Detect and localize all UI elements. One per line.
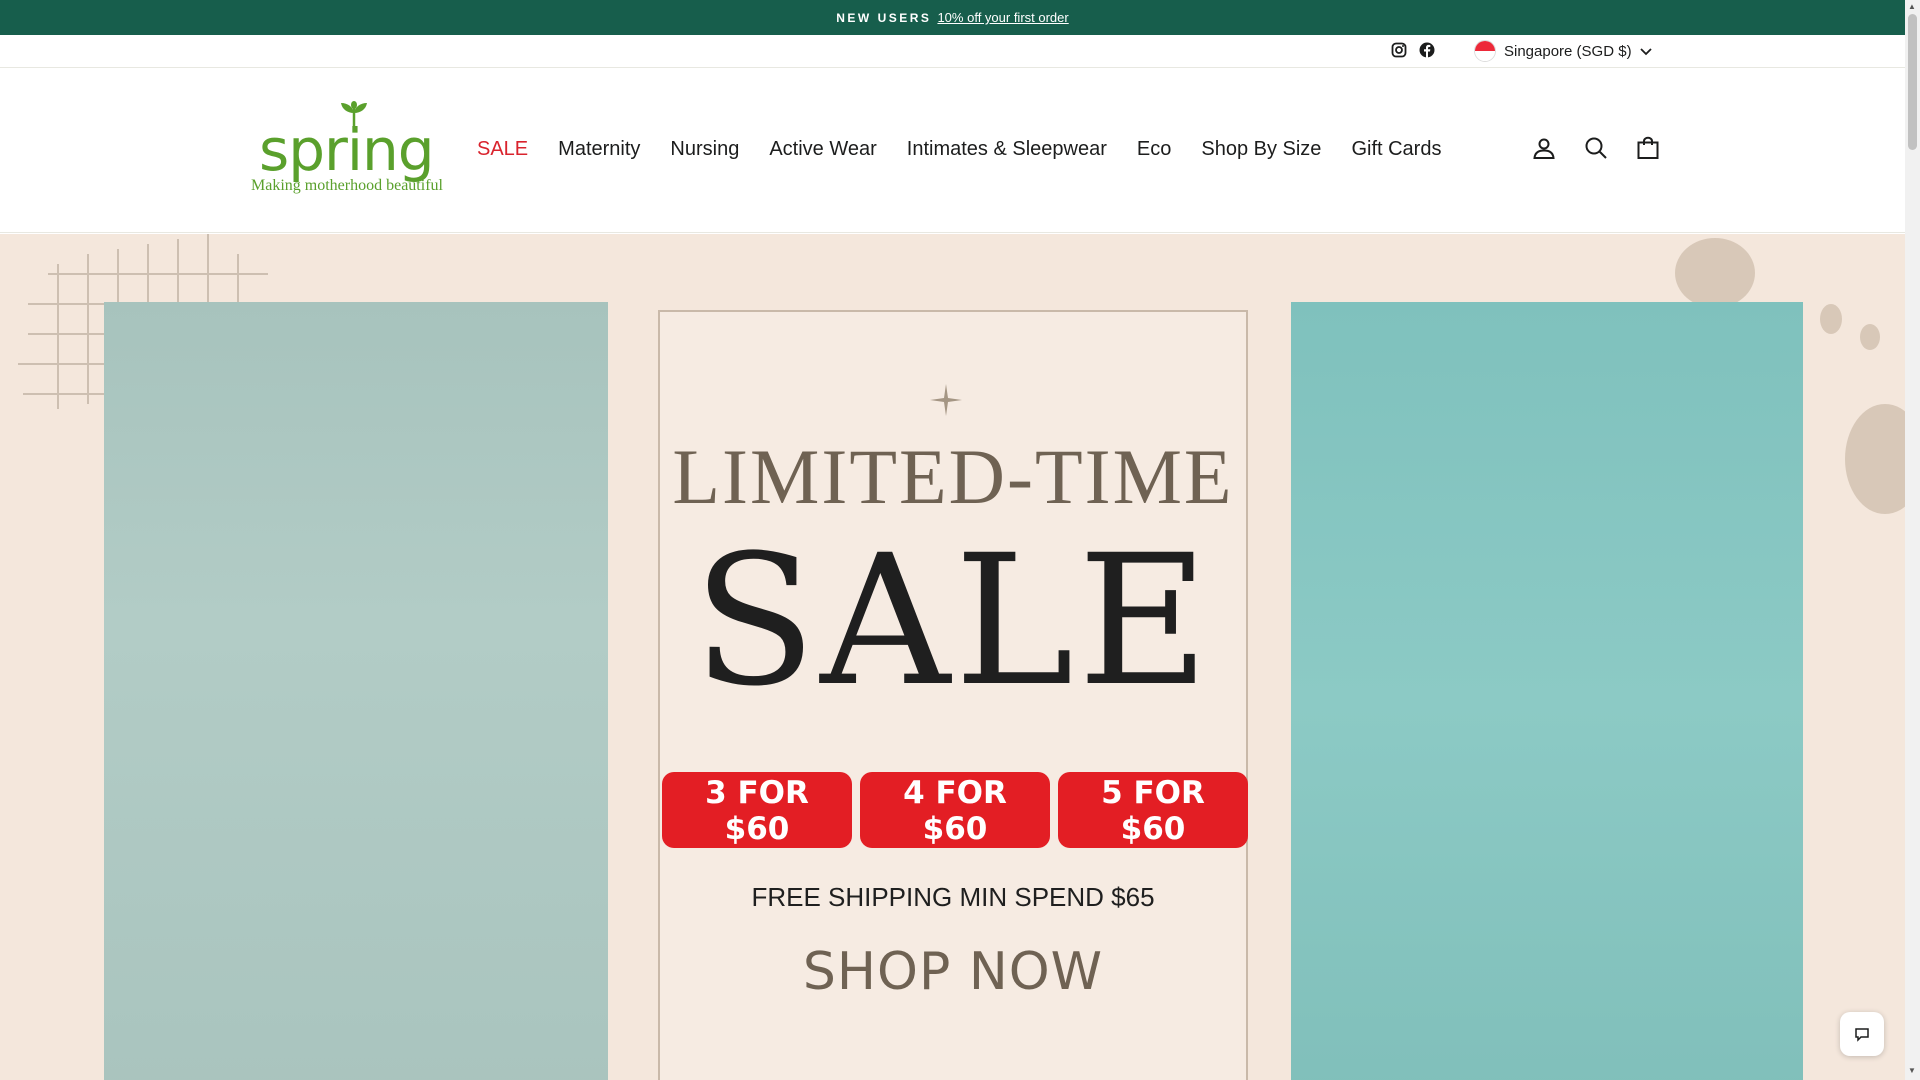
deal-price: $60 xyxy=(922,811,988,847)
decorative-blob xyxy=(1860,324,1880,350)
hero-banner[interactable]: LIMITED-TIME SALE 3 FOR $60 4 FOR $60 5 … xyxy=(0,234,1905,1080)
decorative-blob xyxy=(1845,404,1905,514)
scroll-down-arrow-icon[interactable]: ▼ xyxy=(1908,1066,1916,1075)
utility-bar: Singapore (SGD $) xyxy=(0,35,1905,68)
product-photo-lavender-dress[interactable] xyxy=(1291,302,1803,1080)
deal-price: $60 xyxy=(1120,811,1186,847)
deal-line: 3 FOR xyxy=(705,775,809,811)
scroll-up-arrow-icon[interactable]: ▲ xyxy=(1908,2,1916,11)
shop-now-cta[interactable]: SHOP NOW xyxy=(660,942,1246,1002)
singapore-flag-icon xyxy=(1474,40,1496,62)
page-scrollbar[interactable]: ▲ ▼ xyxy=(1905,0,1920,1080)
deal-line: 5 FOR xyxy=(1101,775,1205,811)
headline-sale: SALE xyxy=(692,517,1214,726)
chevron-down-icon xyxy=(1639,43,1652,60)
header-icons xyxy=(1530,134,1662,162)
account-icon[interactable] xyxy=(1530,134,1558,162)
product-photo-floral-dress[interactable] xyxy=(104,302,608,1080)
site-header: spring Making motherhood beautiful SALE … xyxy=(0,68,1905,233)
nav-eco[interactable]: Eco xyxy=(1122,138,1186,161)
deal-badge: 3 FOR $60 xyxy=(662,772,852,848)
nav-intimates-sleepwear[interactable]: Intimates & Sleepwear xyxy=(892,138,1122,161)
logo-tagline: Making motherhood beautiful xyxy=(251,177,443,194)
decorative-blob xyxy=(1820,304,1842,334)
deal-price: $60 xyxy=(724,811,790,847)
nav-gift-cards[interactable]: Gift Cards xyxy=(1336,138,1456,161)
currency-selector[interactable]: Singapore (SGD $) xyxy=(1474,40,1652,62)
instagram-icon[interactable] xyxy=(1390,41,1408,59)
nav-nursing[interactable]: Nursing xyxy=(655,138,754,161)
main-nav: SALE Maternity Nursing Active Wear Intim… xyxy=(477,138,1456,161)
free-shipping-text: FREE SHIPPING MIN SPEND $65 xyxy=(751,882,1155,912)
cart-icon[interactable] xyxy=(1634,134,1662,162)
social-links xyxy=(1390,41,1436,59)
nav-shop-by-size[interactable]: Shop By Size xyxy=(1186,138,1336,161)
logo-wordmark: spring xyxy=(259,116,435,184)
deal-line: 4 FOR xyxy=(903,775,1007,811)
search-icon[interactable] xyxy=(1582,134,1610,162)
nav-active-wear[interactable]: Active Wear xyxy=(754,138,891,161)
nav-sale[interactable]: SALE xyxy=(477,138,543,161)
chat-icon xyxy=(1855,1028,1869,1042)
sale-panel[interactable]: LIMITED-TIME SALE 3 FOR $60 4 FOR $60 5 … xyxy=(658,310,1248,1080)
scrollbar-thumb[interactable] xyxy=(1908,14,1917,150)
nav-maternity[interactable]: Maternity xyxy=(543,138,655,161)
deal-badges: 3 FOR $60 4 FOR $60 5 FOR $60 xyxy=(662,772,1248,848)
spring-logo[interactable]: spring Making motherhood beautiful xyxy=(247,101,443,199)
deal-badge: 5 FOR $60 xyxy=(1058,772,1248,848)
currency-label: Singapore (SGD $) xyxy=(1504,42,1632,60)
announcement-bar: NEW USERS 10% off your first order xyxy=(0,0,1905,35)
sparkle-icon xyxy=(930,384,962,416)
facebook-icon[interactable] xyxy=(1418,41,1436,59)
announcement-link[interactable]: 10% off your first order xyxy=(937,10,1068,25)
deal-badge: 4 FOR $60 xyxy=(860,772,1050,848)
announcement-label: NEW USERS xyxy=(836,10,932,25)
decorative-blob xyxy=(1675,238,1755,308)
chat-widget-button[interactable] xyxy=(1840,1012,1884,1056)
headline-limited-time: LIMITED-TIME xyxy=(672,433,1234,520)
